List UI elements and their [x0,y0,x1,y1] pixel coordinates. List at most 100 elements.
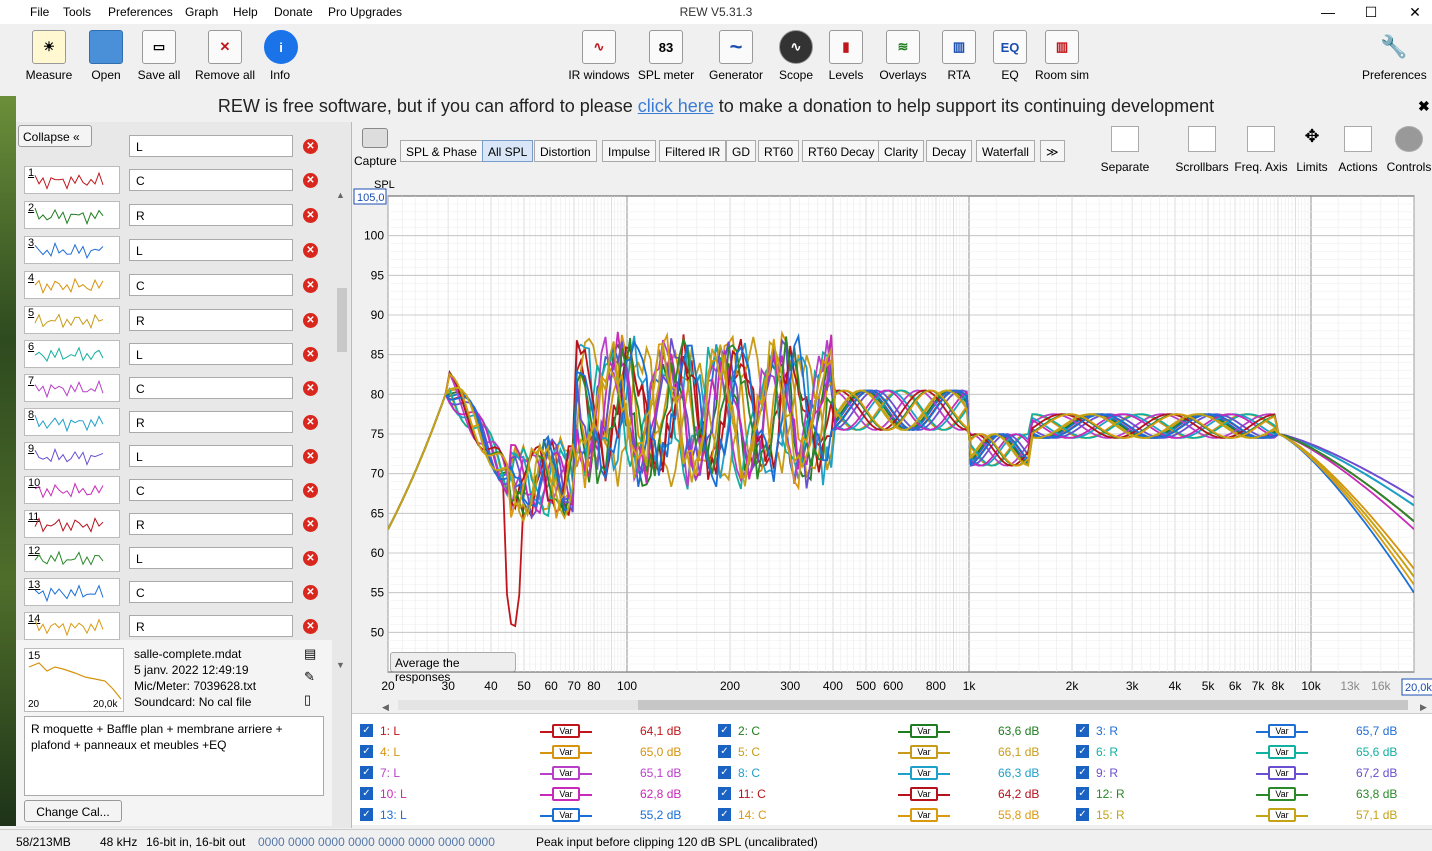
tab-decay[interactable]: Decay [926,140,973,162]
delete-measurement-icon[interactable]: ✕ [303,517,318,532]
measurement-name-field[interactable]: C [129,169,293,191]
measurement-name-field[interactable]: L [129,239,293,261]
legend-var-box[interactable]: Var [1256,745,1308,759]
maximize-button[interactable]: ☐ [1348,0,1394,24]
measurement-thumbnail[interactable]: 11 [24,510,120,538]
scroll-up-icon[interactable]: ▲ [336,190,345,200]
measurement-thumbnail[interactable]: 3 [24,236,120,264]
legend-var-box[interactable]: Var [540,724,592,738]
measurement-thumbnail[interactable]: 6 [24,340,120,368]
measurement-name-field[interactable]: L [129,135,293,157]
legend-checkbox[interactable]: ✓ [718,724,731,737]
legend-var-box[interactable]: Var [540,787,592,801]
generator-button[interactable]: ~ Generator [707,30,765,82]
graph-hscroll-thumb[interactable] [638,700,1408,710]
delete-measurement-icon[interactable]: ✕ [303,449,318,464]
average-responses-button[interactable]: Average the responses [390,652,516,684]
tab-rt60-decay[interactable]: RT60 Decay [802,140,881,162]
menu-help[interactable]: Help [233,5,258,19]
levels-button[interactable]: ▮ Levels [827,30,865,82]
measurement-row[interactable]: 10 C ✕ [16,474,328,507]
measurement-row[interactable]: 1 C ✕ [16,164,328,197]
measurement-name-field[interactable]: R [129,615,293,637]
change-cal-button[interactable]: Change Cal... [24,800,122,822]
minimize-button[interactable]: — [1305,0,1351,24]
measurement-name-field[interactable]: R [129,309,293,331]
remove-all-button[interactable]: ✕ Remove all [194,30,256,82]
tab-waterfall[interactable]: Waterfall [976,140,1035,162]
save-all-button[interactable]: ▭ Save all [136,30,182,82]
capture-button[interactable]: Capture [354,128,397,168]
scroll-thumb[interactable] [337,288,347,352]
legend-var-box[interactable]: Var [898,724,950,738]
measurement-name-field[interactable]: C [129,377,293,399]
menu-donate[interactable]: Donate [274,5,313,19]
legend-var-box[interactable]: Var [1256,787,1308,801]
legend-checkbox[interactable]: ✓ [1076,766,1089,779]
close-banner-icon[interactable]: ✖ [1418,98,1430,115]
delete-measurement-icon[interactable]: ✕ [303,551,318,566]
legend-checkbox[interactable]: ✓ [718,766,731,779]
legend-var-box[interactable]: Var [1256,766,1308,780]
legend-checkbox[interactable]: ✓ [1076,787,1089,800]
legend-checkbox[interactable]: ✓ [360,787,373,800]
delete-measurement-icon[interactable]: ✕ [303,278,318,293]
measurement-row[interactable]: L ✕ [16,130,328,163]
spl-meter-button[interactable]: 83 SPL meter [637,30,695,82]
controls-button[interactable]: Controls [1386,126,1432,174]
measurement-thumbnail[interactable]: 9 [24,442,120,470]
measurement-row[interactable]: 4 C ✕ [16,269,328,302]
legend-var-box[interactable]: Var [898,745,950,759]
tab-impulse[interactable]: Impulse [602,140,657,162]
measurement-thumbnail[interactable]: 2 [24,201,120,229]
actions-button[interactable]: Actions [1338,126,1378,174]
delete-measurement-icon[interactable]: ✕ [303,313,318,328]
legend-var-box[interactable]: Var [898,808,950,822]
menu-pro-upgrades[interactable]: Pro Upgrades [328,5,402,19]
delete-measurement-icon[interactable]: ✕ [303,483,318,498]
scroll-right-icon[interactable]: ▶ [1420,702,1427,712]
legend-checkbox[interactable]: ✓ [360,766,373,779]
measurement-name-field[interactable]: C [129,479,293,501]
tab-spl-phase[interactable]: SPL & Phase [400,140,483,162]
legend-checkbox[interactable]: ✓ [1076,745,1089,758]
close-button[interactable]: ✕ [1392,0,1432,24]
delete-measurement-icon[interactable]: ✕ [303,243,318,258]
legend-checkbox[interactable]: ✓ [718,745,731,758]
measurement-thumbnail[interactable]: 8 [24,408,120,436]
freq-axis-button[interactable]: Freq. Axis [1234,126,1288,174]
measurement-row[interactable]: 9 L ✕ [16,440,328,473]
measurement-thumbnail[interactable]: 13 [24,578,120,606]
scroll-left-icon[interactable]: ◀ [382,702,389,712]
delete-measurement-icon[interactable]: ✕ [303,347,318,362]
measurement-name-field[interactable]: R [129,411,293,433]
tab-distortion[interactable]: Distortion [534,140,597,162]
delete-measurement-icon[interactable]: ✕ [303,139,318,154]
document-icon[interactable]: ▯ [304,692,311,708]
measurement-name-field[interactable]: L [129,343,293,365]
legend-var-box[interactable]: Var [540,745,592,759]
limits-button[interactable]: ✥ Limits [1294,126,1330,174]
measurement-row[interactable]: 6 L ✕ [16,338,328,371]
edit-icon[interactable]: ✎ [304,669,315,685]
measurement-row[interactable]: 13 C ✕ [16,576,328,609]
legend-checkbox[interactable]: ✓ [718,787,731,800]
open-button[interactable]: Open [84,30,128,82]
measurement-row[interactable]: 2 R ✕ [16,199,328,232]
tab-rt60[interactable]: RT60 [758,140,800,162]
preferences-button[interactable]: 🔧 Preferences [1362,30,1427,82]
measurement-row[interactable]: 14 R ✕ [16,610,328,643]
legend-checkbox[interactable]: ✓ [360,724,373,737]
tab-clarity[interactable]: Clarity [878,140,925,162]
save-measurement-icon[interactable]: ▤ [304,646,316,662]
eq-button[interactable]: EQ EQ [992,30,1028,82]
room-sim-button[interactable]: ▥ Room sim [1034,30,1090,82]
measurement-name-field[interactable]: L [129,445,293,467]
measurement-row[interactable]: 12 L ✕ [16,542,328,575]
delete-measurement-icon[interactable]: ✕ [303,415,318,430]
legend-var-box[interactable]: Var [898,766,950,780]
measurement-thumbnail[interactable]: 4 [24,271,120,299]
measurement-name-field[interactable]: R [129,204,293,226]
measurement-thumbnail[interactable]: 10 [24,476,120,504]
legend-checkbox[interactable]: ✓ [1076,808,1089,821]
